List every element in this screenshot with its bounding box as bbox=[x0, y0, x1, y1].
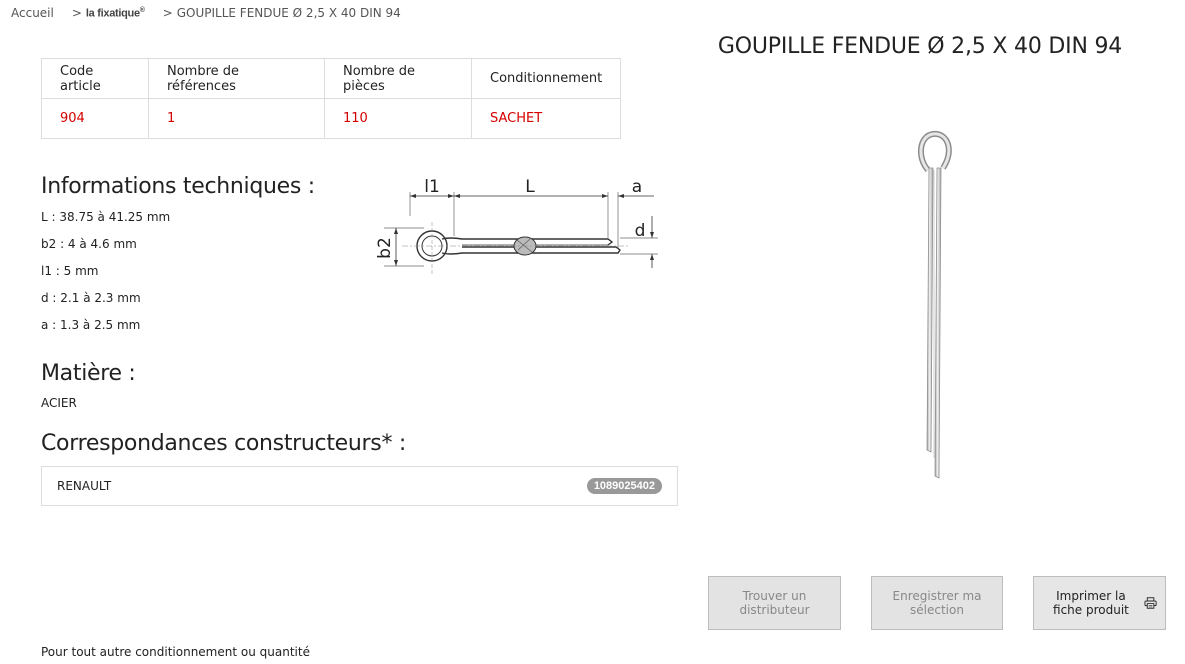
correspondences-title: Correspondances constructeurs* : bbox=[41, 431, 406, 456]
diagram-label-l1: l1 bbox=[424, 177, 440, 197]
material-title: Matière : bbox=[41, 361, 136, 386]
tech-info-title: Informations techniques : bbox=[41, 174, 315, 199]
diagram-label-L: L bbox=[525, 177, 535, 197]
diagram-label-a: a bbox=[632, 177, 642, 197]
value-code-article: 904 bbox=[41, 98, 149, 139]
product-info-table: Code article Nombre de références Nombre… bbox=[41, 58, 622, 139]
diagram-label-b2: b2 bbox=[375, 237, 395, 259]
print-sheet-button[interactable]: Imprimer la fiche produit bbox=[1033, 576, 1166, 630]
brand-name: la fixatique bbox=[85, 8, 140, 20]
material-value: ACIER bbox=[41, 396, 77, 410]
spec-list: L : 38.75 à 41.25 mm b2 : 4 à 4.6 mm l1 … bbox=[41, 209, 170, 344]
diagram-label-d: d bbox=[635, 221, 646, 241]
breadcrumb-brand-link[interactable]: la fixatique® bbox=[86, 7, 145, 20]
printer-icon bbox=[1144, 597, 1157, 609]
breadcrumb: Accueil > la fixatique® > GOUPILLE FENDU… bbox=[11, 6, 401, 20]
header-nombre-references: Nombre de références bbox=[148, 58, 325, 99]
table-header-row: Code article Nombre de références Nombre… bbox=[41, 58, 622, 99]
header-code-article: Code article bbox=[41, 58, 149, 99]
spec-item-L: L : 38.75 à 41.25 mm bbox=[41, 210, 171, 224]
product-image[interactable] bbox=[895, 128, 975, 483]
breadcrumb-home-link[interactable]: Accueil bbox=[11, 6, 54, 20]
print-sheet-label: Imprimer la fiche produit bbox=[1053, 589, 1129, 617]
save-selection-button[interactable]: Enregistrer ma sélection bbox=[871, 576, 1003, 630]
correspondence-brand: RENAULT bbox=[57, 479, 112, 493]
value-conditionnement: SACHET bbox=[470, 98, 622, 139]
value-nombre-references: 1 bbox=[148, 98, 325, 139]
breadcrumb-separator: > bbox=[162, 6, 173, 20]
breadcrumb-separator: > bbox=[71, 6, 82, 20]
correspondence-reference-badge: 1089025402 bbox=[586, 478, 662, 494]
breadcrumb-current: GOUPILLE FENDUE Ø 2,5 X 40 DIN 94 bbox=[176, 6, 401, 20]
header-nombre-pieces: Nombre de pièces bbox=[324, 58, 472, 99]
product-title: GOUPILLE FENDUE Ø 2,5 X 40 DIN 94 bbox=[717, 34, 1123, 59]
find-distributor-button[interactable]: Trouver un distributeur bbox=[708, 576, 841, 630]
spec-item-d: d : 2.1 à 2.3 mm bbox=[41, 291, 141, 305]
brand-mark: ® bbox=[139, 7, 145, 15]
table-row: 904 1 110 SACHET bbox=[41, 98, 622, 139]
value-nombre-pieces: 110 bbox=[324, 98, 472, 139]
spec-item-l1: l1 : 5 mm bbox=[41, 264, 99, 278]
cotter-pin-diagram: l1 L a d b2 bbox=[375, 177, 658, 276]
correspondence-row: RENAULT 1089025402 bbox=[41, 466, 678, 506]
spec-item-a: a : 1.3 à 2.5 mm bbox=[41, 318, 141, 332]
footer-note: Pour tout autre conditionnement ou quant… bbox=[41, 645, 310, 659]
header-conditionnement: Conditionnement bbox=[470, 58, 622, 99]
spec-item-b2: b2 : 4 à 4.6 mm bbox=[41, 237, 137, 251]
